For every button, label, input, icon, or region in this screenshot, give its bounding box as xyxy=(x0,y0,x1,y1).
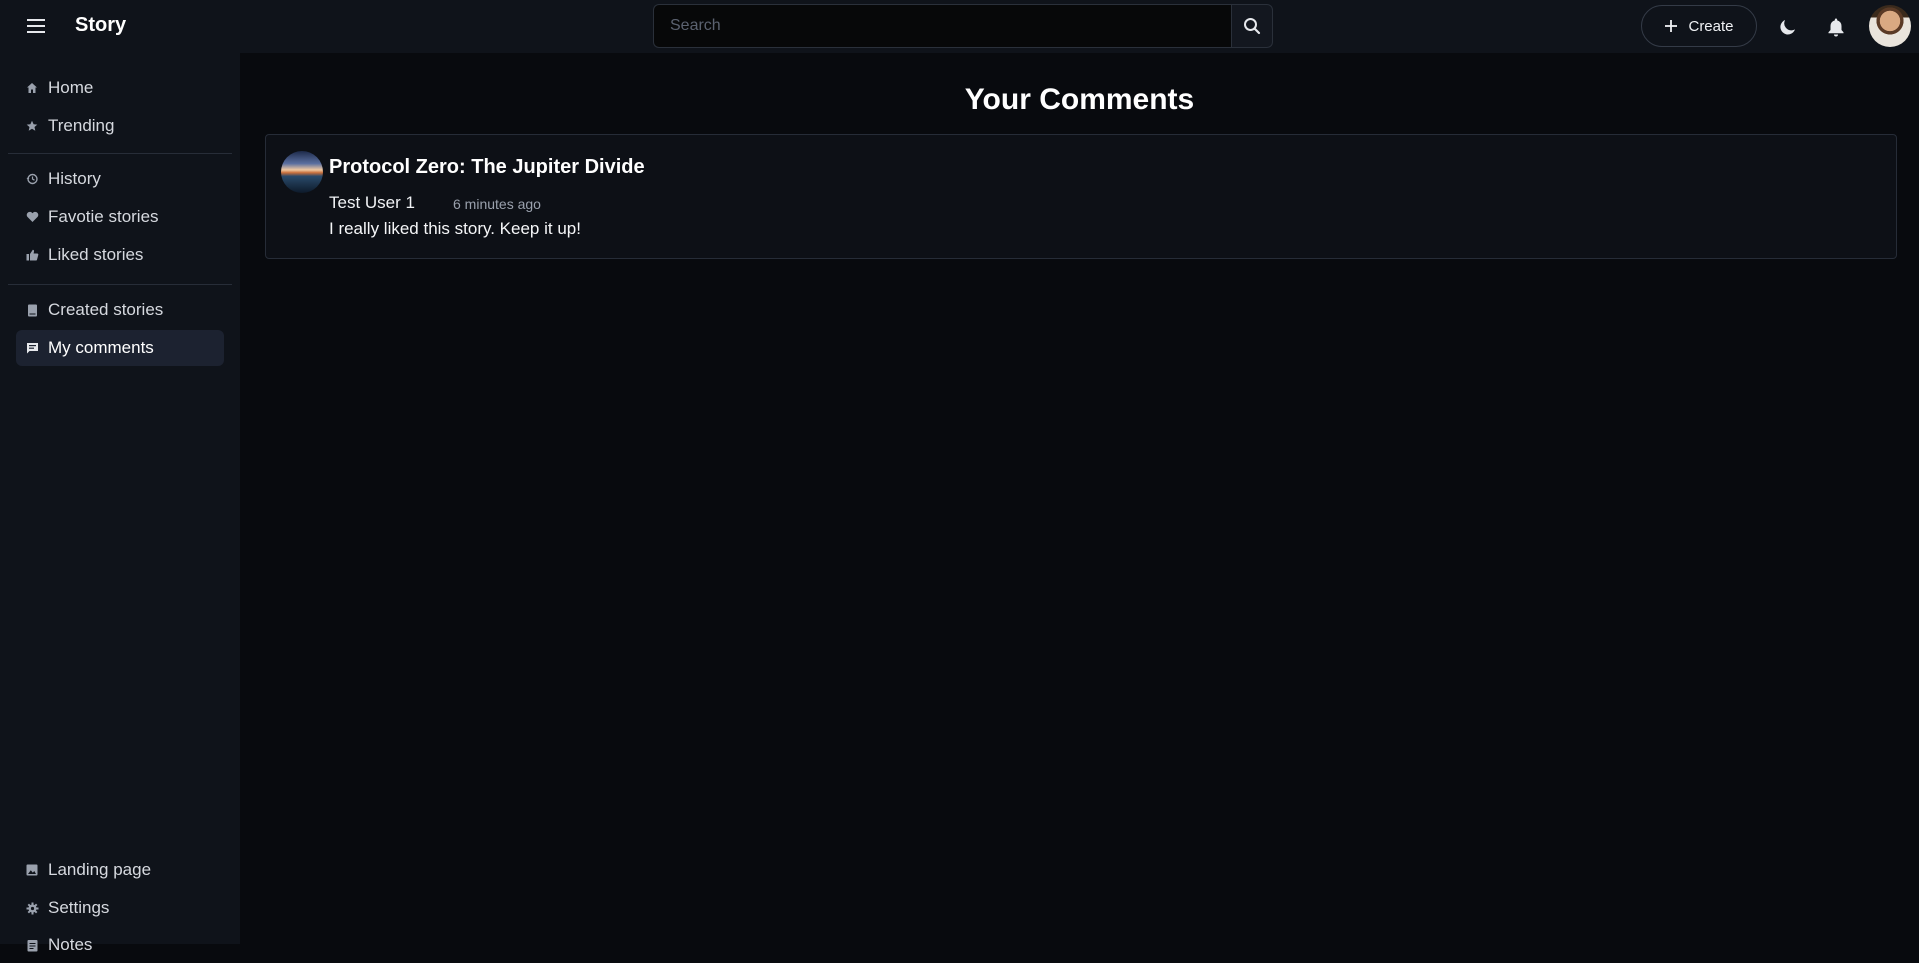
gear-icon xyxy=(16,890,48,926)
main-content: Your Comments Protocol Zero: The Jupiter… xyxy=(240,53,1919,944)
sidebar-divider xyxy=(8,284,232,285)
page-title: Your Comments xyxy=(964,83,1195,116)
sidebar-item-landing-page[interactable]: Landing page xyxy=(16,852,224,888)
create-button[interactable]: Create xyxy=(1641,5,1757,47)
notes-icon xyxy=(16,927,48,963)
sidebar-item-settings[interactable]: Settings xyxy=(16,890,224,926)
sidebar-item-created-stories[interactable]: Created stories xyxy=(16,292,224,328)
theme-toggle-button[interactable] xyxy=(1771,10,1805,44)
comment-card: Protocol Zero: The Jupiter Divide Test U… xyxy=(265,134,1897,259)
search-icon xyxy=(1244,18,1261,35)
moon-icon xyxy=(1780,20,1795,35)
sidebar-item-label: History xyxy=(48,169,101,188)
home-icon xyxy=(16,70,48,106)
sidebar-item-label: Liked stories xyxy=(48,245,144,264)
book-icon xyxy=(16,292,48,328)
sidebar-item-favorite-stories[interactable]: Favotie stories xyxy=(16,199,224,235)
search-button[interactable] xyxy=(1231,4,1273,48)
story-title-link[interactable]: Protocol Zero: The Jupiter Divide xyxy=(329,156,645,179)
sidebar-item-label: My comments xyxy=(48,338,154,357)
plus-icon xyxy=(1665,20,1678,32)
sidebar-item-label: Trending xyxy=(48,116,115,135)
sidebar-item-label: Settings xyxy=(48,898,110,917)
comment-text: I really liked this story. Keep it up! xyxy=(329,219,581,238)
menu-icon xyxy=(27,19,45,33)
create-label: Create xyxy=(1688,17,1734,35)
user-avatar[interactable] xyxy=(1869,5,1911,47)
history-icon xyxy=(16,161,48,197)
comment-icon xyxy=(16,330,48,366)
top-bar: Story Create xyxy=(0,0,1919,53)
sidebar-item-notes[interactable]: Notes xyxy=(16,927,224,963)
hamburger-menu-button[interactable] xyxy=(20,12,52,40)
thumbs-up-icon xyxy=(16,237,48,273)
sidebar-item-liked-stories[interactable]: Liked stories xyxy=(16,237,224,273)
star-icon xyxy=(16,108,48,144)
sidebar-item-home[interactable]: Home xyxy=(16,70,224,106)
sidebar-divider xyxy=(8,153,232,154)
search-bar xyxy=(653,4,1273,48)
sidebar-item-label: Landing page xyxy=(48,860,152,879)
heart-icon xyxy=(16,199,48,235)
sidebar-item-label: Created stories xyxy=(48,300,164,319)
sidebar-item-label: Notes xyxy=(48,935,93,954)
comment-timestamp: 6 minutes ago xyxy=(453,196,541,212)
sidebar-item-trending[interactable]: Trending xyxy=(16,108,224,144)
sidebar-item-label: Home xyxy=(48,78,94,97)
bell-icon xyxy=(1828,18,1844,37)
notifications-button[interactable] xyxy=(1819,10,1853,44)
app-brand[interactable]: Story xyxy=(75,14,126,37)
sidebar: Home Trending History Favotie stories Li… xyxy=(0,53,240,954)
image-icon xyxy=(16,852,48,888)
search-input[interactable] xyxy=(653,4,1231,48)
sidebar-item-label: Favotie stories xyxy=(48,207,159,226)
comment-author: Test User 1 xyxy=(329,193,415,212)
story-thumbnail[interactable] xyxy=(281,151,323,193)
sidebar-item-history[interactable]: History xyxy=(16,161,224,197)
sidebar-item-my-comments[interactable]: My comments xyxy=(16,330,224,366)
